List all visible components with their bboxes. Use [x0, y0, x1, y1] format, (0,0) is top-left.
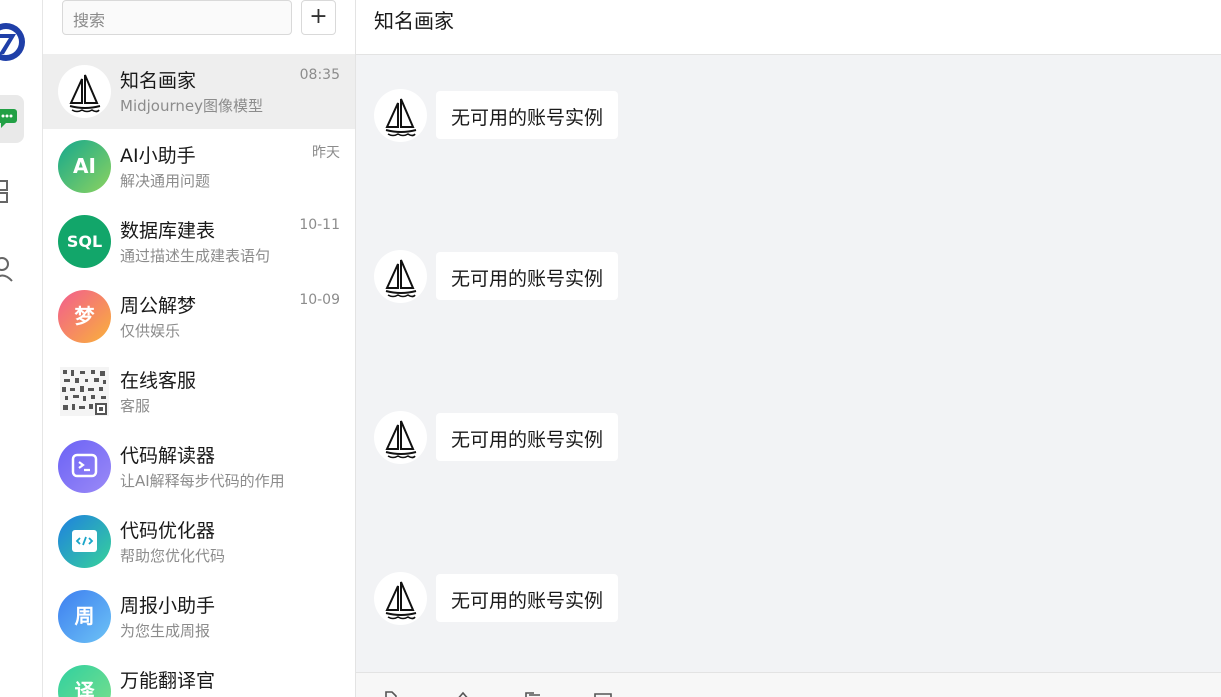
conversation-time: 10-11: [299, 217, 340, 233]
conversation-item[interactable]: 代码优化器 帮助您优化代码: [43, 504, 355, 579]
message-bubble[interactable]: 无可用的账号实例: [436, 413, 619, 461]
search-row: 搜索 +: [43, 0, 355, 54]
conversation-name: 代码优化器: [120, 520, 216, 542]
message: 无可用的账号实例: [374, 89, 874, 144]
conversation-item[interactable]: 梦 周公解梦 仅供娱乐 10-09: [43, 279, 355, 354]
conversation-subtitle: Midjourney图像模型: [120, 97, 263, 115]
avatar: [58, 440, 111, 493]
code-icon: [72, 530, 97, 552]
conversation-time: 08:35: [299, 67, 340, 83]
avatar: [58, 365, 111, 418]
conversation-name: 万能翻译官: [120, 670, 216, 692]
conversation-name: AI小助手: [120, 145, 196, 167]
conversation-item[interactable]: 知名画家 Midjourney图像模型 08:35: [43, 54, 355, 129]
app-window: 搜索 + 知名画家 Midjourney图像模型 08:35 AI AI小助手: [0, 0, 1221, 697]
chat-header: 知名画家: [356, 0, 1221, 55]
file-icon[interactable]: [382, 689, 404, 697]
conversation-list: 搜索 + 知名画家 Midjourney图像模型 08:35 AI AI小助手: [43, 0, 356, 697]
sailboat-icon: [385, 420, 417, 459]
avatar: AI: [58, 140, 111, 193]
avatar-glyph: SQL: [66, 232, 103, 251]
avatar-glyph: AI: [73, 154, 96, 178]
avatar: [58, 65, 111, 118]
qr-code-icon: [60, 367, 109, 416]
search-input[interactable]: 搜索: [62, 0, 292, 35]
conversation-name: 周公解梦: [120, 295, 197, 317]
avatar: 梦: [58, 290, 111, 343]
sailboat-icon: [385, 259, 417, 298]
conversation-item[interactable]: 在线客服 客服: [43, 354, 355, 429]
sailboat-icon: [69, 74, 101, 113]
avatar: [58, 515, 111, 568]
chat-panel: 知名画家 无可用的账号实例 无可用的账号实例 无可用的账号实例 无可用的账号实例: [356, 0, 1221, 697]
conversation-subtitle: 让AI解释每步代码的作用: [120, 472, 285, 490]
conversation-name: 周报小助手: [120, 595, 216, 617]
conversation-subtitle: 为您生成周报: [120, 622, 211, 640]
apps-icon[interactable]: [0, 178, 14, 208]
window-icon[interactable]: [592, 689, 614, 697]
add-conversation-button[interactable]: +: [301, 0, 336, 35]
conversation-name: 知名画家: [120, 70, 197, 92]
conversation-item[interactable]: 代码解读器 让AI解释每步代码的作用: [43, 429, 355, 504]
avatar-glyph: 周: [74, 604, 95, 628]
nav-chat-button[interactable]: [0, 95, 24, 143]
conversation-subtitle: 仅供娱乐: [120, 322, 181, 340]
conversation-name: 代码解读器: [120, 445, 216, 467]
conversation-time: 10-09: [299, 292, 340, 308]
avatar-glyph: 译: [74, 679, 95, 697]
conversation-name: 数据库建表: [120, 220, 216, 242]
clear-icon[interactable]: [522, 689, 544, 697]
conversation-subtitle: 解决通用问题: [120, 172, 211, 190]
message: 无可用的账号实例: [374, 572, 874, 627]
message-bubble[interactable]: 无可用的账号实例: [436, 252, 619, 300]
conversation-subtitle: 帮助您优化代码: [120, 547, 226, 565]
conversation-item[interactable]: AI AI小助手 解决通用问题 昨天: [43, 129, 355, 204]
logo-icon[interactable]: [0, 20, 26, 64]
conversation-item[interactable]: 译 万能翻译官: [43, 654, 355, 697]
avatar: SQL: [58, 215, 111, 268]
message: 无可用的账号实例: [374, 250, 874, 305]
message: 无可用的账号实例: [374, 411, 874, 466]
chat-toolbar: [356, 672, 1221, 697]
avatar: 译: [58, 665, 111, 697]
message-bubble[interactable]: 无可用的账号实例: [436, 91, 619, 139]
conversation-item[interactable]: SQL 数据库建表 通过描述生成建表语句 10-11: [43, 204, 355, 279]
conversation-name: 在线客服: [120, 370, 197, 392]
terminal-icon: [71, 453, 98, 478]
avatar: 周: [58, 590, 111, 643]
avatar: [374, 411, 427, 464]
image-icon[interactable]: [452, 689, 474, 697]
sailboat-icon: [385, 581, 417, 620]
avatar: [374, 89, 427, 142]
conversation-subtitle: 客服: [120, 397, 151, 415]
user-icon[interactable]: [0, 254, 14, 288]
conversation-time: 昨天: [312, 145, 340, 161]
avatar: [374, 250, 427, 303]
message-bubble[interactable]: 无可用的账号实例: [436, 574, 619, 622]
sailboat-icon: [385, 98, 417, 137]
chat-title: 知名画家: [374, 9, 454, 33]
avatar-glyph: 梦: [74, 304, 95, 328]
conversation-subtitle: 通过描述生成建表语句: [120, 247, 271, 265]
avatar: [374, 572, 427, 625]
icon-rail: [0, 0, 43, 697]
conversation-item[interactable]: 周 周报小助手 为您生成周报: [43, 579, 355, 654]
